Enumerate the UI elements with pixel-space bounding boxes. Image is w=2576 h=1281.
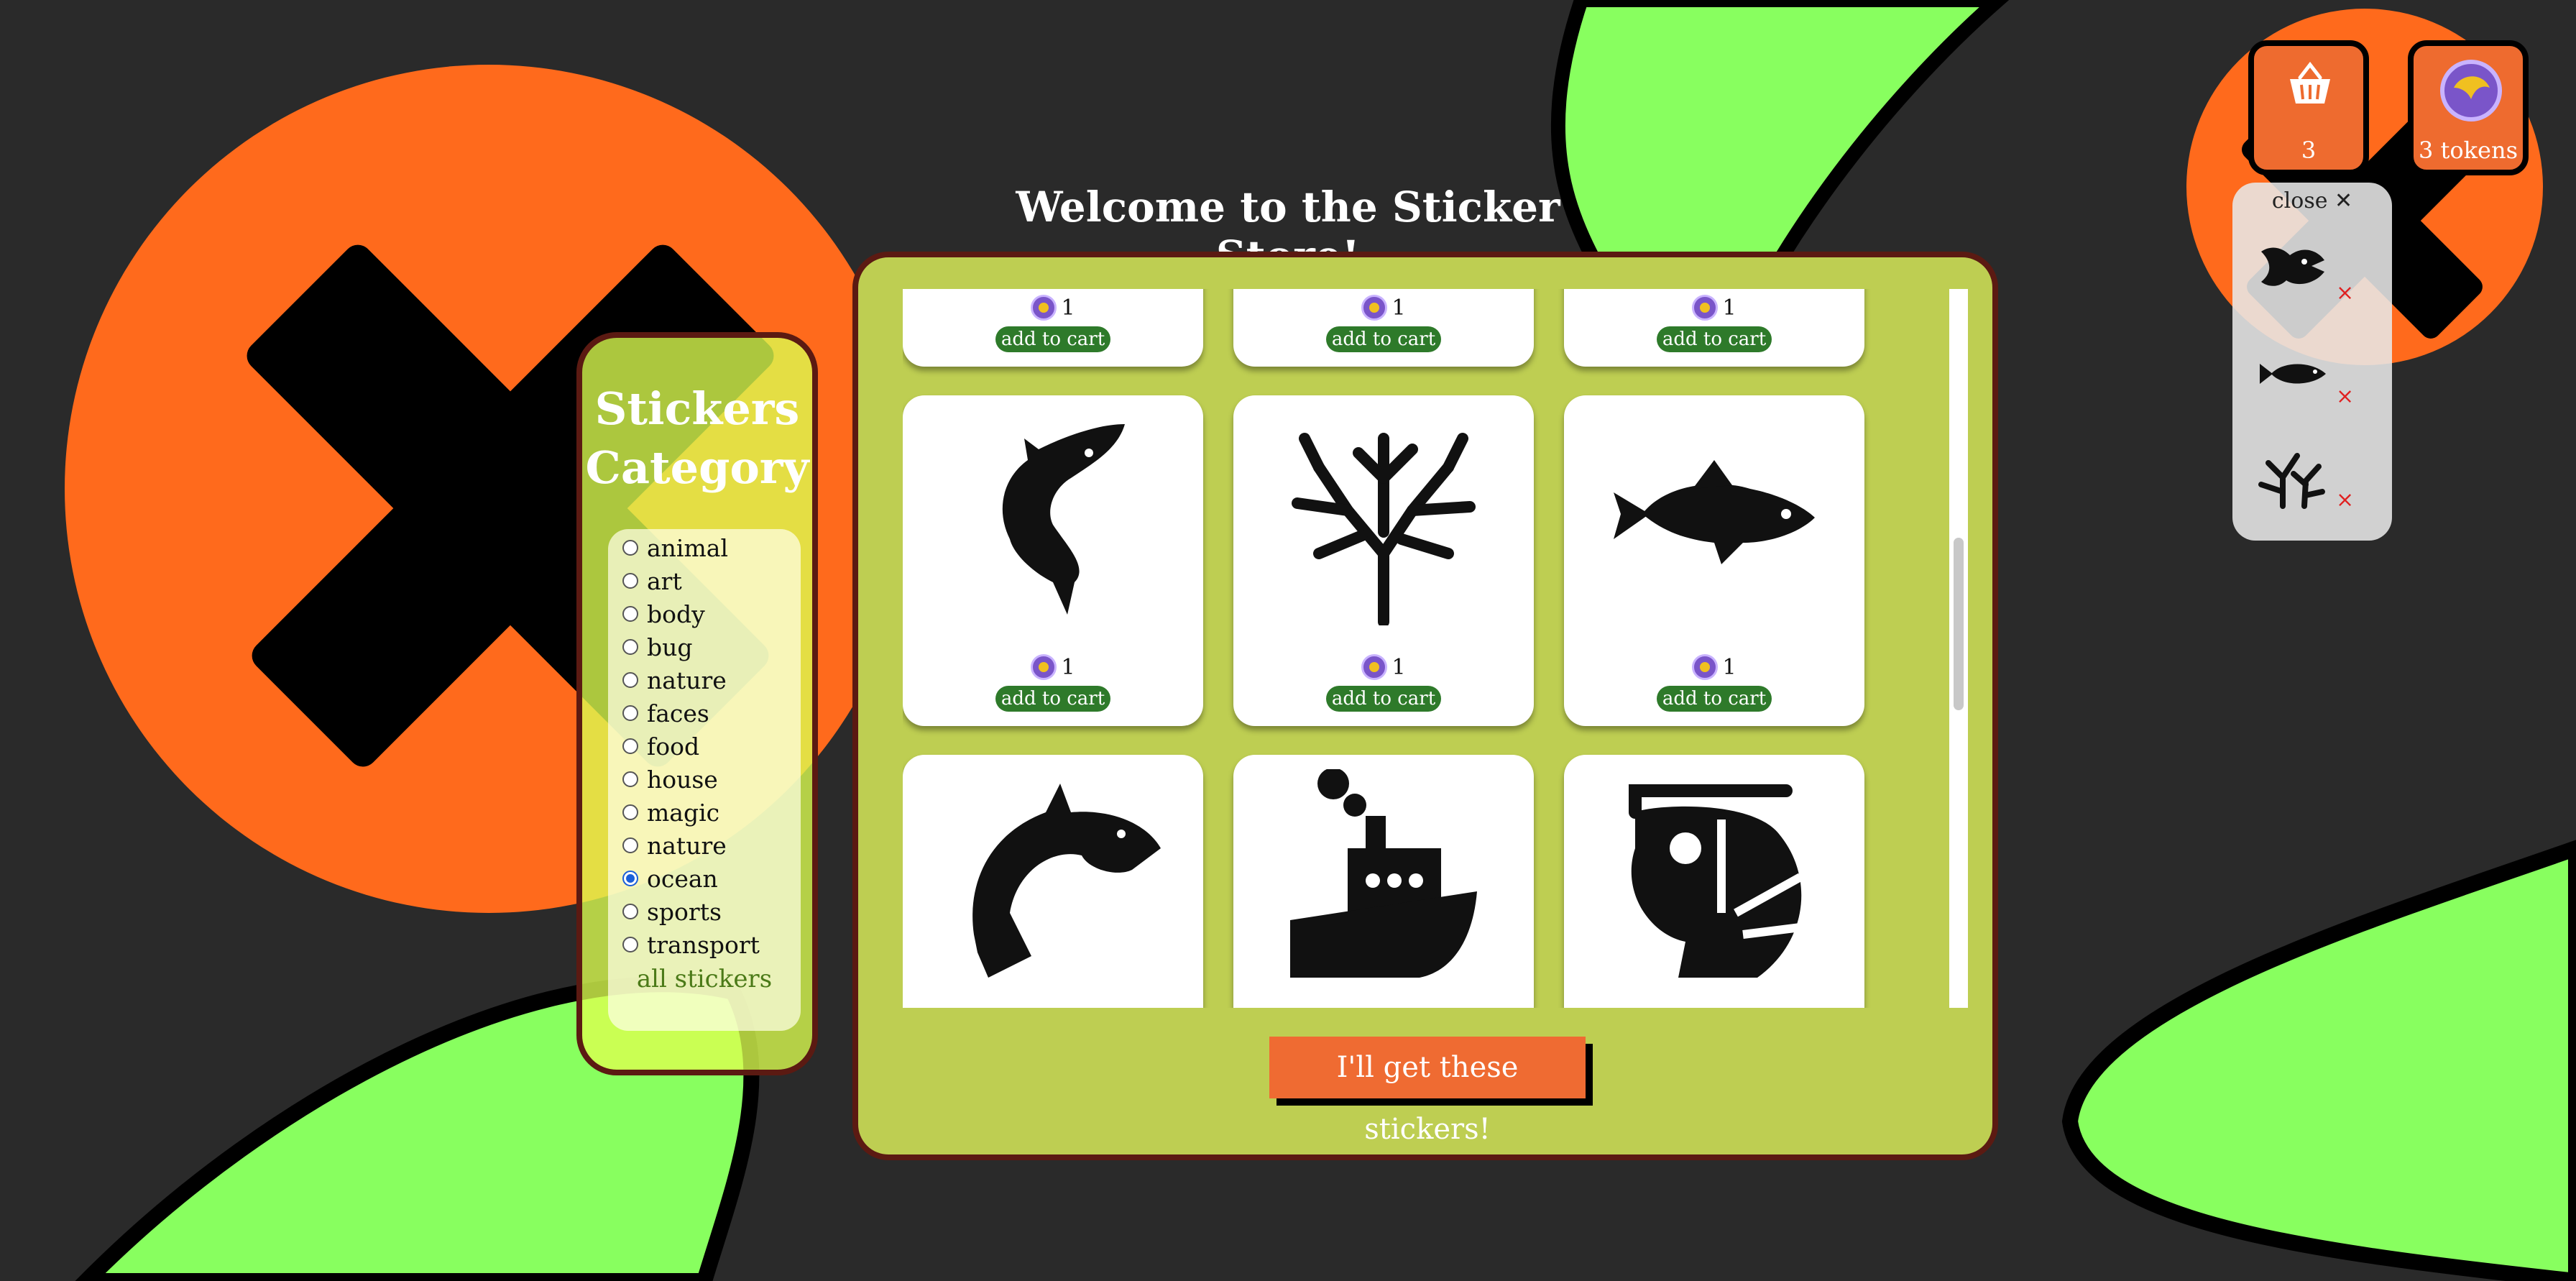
category-option-nature-2[interactable]: nature [622,830,727,861]
price: 1 [903,295,1203,321]
sticker-card-shrimp [1564,755,1864,1008]
category-title: Stickers Category [585,382,809,494]
radio-button[interactable] [622,837,638,853]
token-icon [2440,60,2502,121]
tokens-display: 3 tokens [2408,40,2529,175]
category-panel: Stickers Category animal art body bug na… [576,332,818,1075]
sticker-card: 1 add to cart [903,289,1203,367]
radio-button[interactable] [622,672,638,688]
all-stickers-link[interactable]: all stickers [608,965,801,993]
radio-button[interactable] [622,904,638,919]
category-option-bug[interactable]: bug [622,631,693,663]
radio-button[interactable] [622,606,638,622]
radio-button[interactable] [622,771,638,787]
token-icon [1031,654,1057,680]
sticker-card-shark: 1 add to cart [903,395,1203,726]
cart-panel: close ✕ × × × [2232,183,2392,541]
boat-icon [1290,769,1477,978]
remove-item-button[interactable]: × [2336,384,2354,409]
shark-icon [1002,424,1125,615]
close-cart-button[interactable]: close ✕ [2232,188,2392,214]
sticker-card: 1 add to cart [1233,289,1534,367]
price: 1 [1564,295,1864,321]
radio-button[interactable] [622,738,638,754]
basket-icon [2290,61,2330,104]
token-icon [1692,295,1719,321]
add-to-cart-button[interactable]: add to cart [995,326,1110,352]
add-to-cart-button[interactable]: add to cart [1326,326,1441,352]
category-option-food[interactable]: food [622,730,699,762]
coral-icon [1292,433,1476,625]
category-option-sports[interactable]: sports [622,896,722,927]
green-swoosh-bottom-right [2061,840,2576,1281]
shrimp-icon [1629,784,1803,978]
category-option-faces[interactable]: faces [622,697,709,729]
add-to-cart-button[interactable]: add to cart [995,686,1110,712]
category-list: animal art body bug nature faces food ho… [608,529,801,1031]
remove-item-button[interactable]: × [2336,487,2354,513]
price: 1 [1564,654,1864,680]
dolphin-icon [972,784,1161,978]
fish-icon [1614,460,1815,564]
price: 1 [1233,295,1534,321]
radio-button[interactable] [622,937,638,952]
sticker-card-coral: 1 add to cart [1233,395,1534,726]
sticker-store-panel: 1 add to cart 1 add to cart 1 add to car… [852,252,1998,1160]
price: 1 [1233,654,1534,680]
category-option-magic[interactable]: magic [622,796,719,828]
token-icon [1692,654,1719,680]
sticker-card: 1 add to cart [1564,289,1864,367]
scrollbar-thumb[interactable] [1954,538,1964,710]
add-to-cart-button[interactable]: add to cart [1657,326,1772,352]
radio-button[interactable] [622,639,638,655]
category-option-ocean[interactable]: ocean [622,863,718,894]
category-option-animal[interactable]: animal [622,532,728,564]
token-icon [1031,295,1057,321]
sticker-card-boat [1233,755,1534,1008]
category-option-transport[interactable]: transport [622,929,760,960]
category-option-nature[interactable]: nature [622,664,727,696]
tokens-label: 3 tokens [2418,137,2518,164]
cart-count: 3 [2301,137,2317,164]
price: 1 [903,654,1203,680]
angler-fish-icon [2261,247,2324,286]
radio-button[interactable] [622,540,638,556]
category-option-house[interactable]: house [622,763,718,795]
sticker-card-fish: 1 add to cart [1564,395,1864,726]
buy-stickers-button[interactable]: I'll get these stickers! [1269,1037,1586,1146]
seaweed-icon [2258,453,2325,509]
cart-button[interactable]: 3 [2248,40,2369,175]
token-icon [1361,295,1388,321]
small-fish-icon [2260,364,2326,384]
category-option-body[interactable]: body [622,598,705,630]
sticker-grid[interactable]: 1 add to cart 1 add to cart 1 add to car… [903,289,1905,1008]
token-icon [1361,654,1388,680]
category-option-art[interactable]: art [622,565,682,597]
radio-button[interactable] [622,573,638,589]
add-to-cart-button[interactable]: add to cart [1326,686,1441,712]
radio-button[interactable] [622,804,638,820]
remove-item-button[interactable]: × [2336,280,2354,306]
radio-button[interactable] [622,705,638,721]
add-to-cart-button[interactable]: add to cart [1657,686,1772,712]
sticker-card-dolphin [903,755,1203,1008]
radio-button-selected[interactable] [622,871,638,886]
